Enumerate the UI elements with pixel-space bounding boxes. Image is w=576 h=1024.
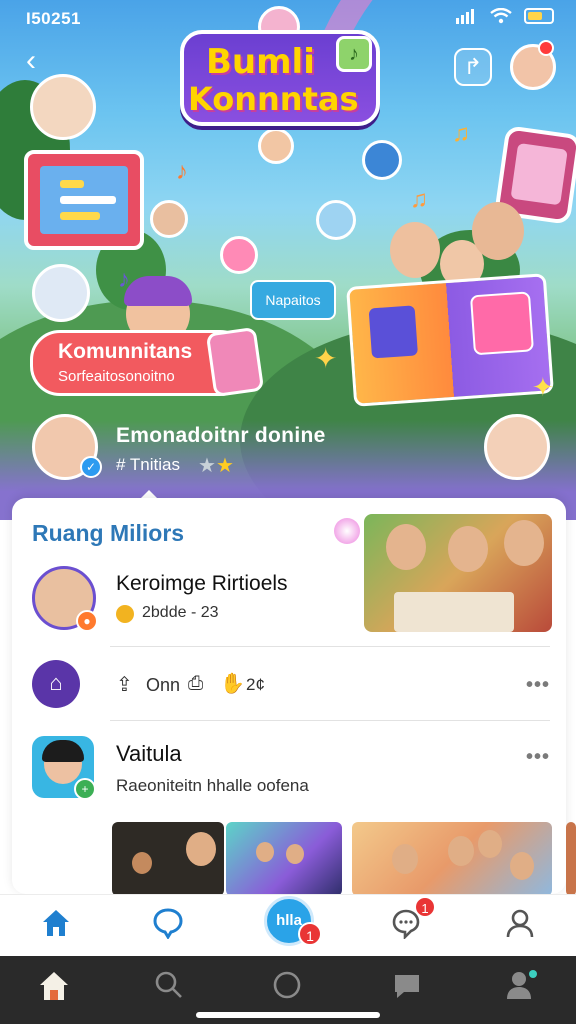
pill-title: Komunnitans	[58, 340, 193, 363]
nav-profile[interactable]	[490, 895, 550, 957]
profile-icon[interactable]	[504, 968, 538, 1002]
circle-icon[interactable]	[272, 970, 302, 1000]
search-icon[interactable]	[154, 970, 184, 1000]
media-thumbnail[interactable]	[226, 822, 342, 896]
person-illustration	[390, 222, 440, 278]
avatar-bubble	[362, 140, 402, 180]
music-note-icon: ♫	[452, 120, 470, 147]
star-icon: ★★	[198, 455, 234, 477]
pill-subtitle: Sorfeaitosonoitno	[58, 368, 175, 385]
hero-tag[interactable]: Napaitos	[250, 280, 336, 320]
nav-discover[interactable]	[138, 895, 198, 957]
battery-icon	[524, 8, 554, 24]
music-note-icon: ♪	[176, 158, 188, 185]
media-thumbnail[interactable]	[566, 822, 576, 896]
divider	[110, 720, 550, 721]
share-button[interactable]: ↱	[454, 48, 492, 86]
notification-badge: 1	[298, 922, 322, 946]
signal-icon	[456, 9, 474, 24]
person-illustration	[472, 202, 524, 260]
like-count: 2¢	[246, 675, 265, 694]
avatar-bubble	[316, 200, 356, 240]
profile-icon	[506, 909, 534, 938]
action-label[interactable]: Onn	[146, 675, 180, 696]
profile-name: Emonadoitnr donine	[116, 424, 326, 447]
bookmark-icon[interactable]: ⎙	[188, 673, 203, 695]
avatar-bubble	[150, 200, 188, 238]
sparkle-icon: ✦	[314, 343, 338, 374]
share-icon[interactable]: ⇪	[116, 672, 133, 697]
sparkle-icon	[334, 518, 360, 544]
music-note-icon: ♫	[410, 186, 428, 213]
nav-home[interactable]	[26, 895, 86, 957]
avatar-bubble[interactable]	[32, 264, 90, 322]
book-illustration	[346, 273, 554, 407]
person-illustration	[124, 276, 192, 306]
back-button[interactable]: ‹	[26, 46, 56, 76]
like-icon[interactable]: ✋	[220, 671, 245, 696]
status-time: I50251	[26, 9, 81, 28]
chat-bubble-icon	[153, 908, 183, 939]
notification-dot	[538, 40, 554, 56]
section-title: Ruang Miliors	[32, 520, 185, 546]
wifi-icon	[490, 8, 512, 24]
home-indicator	[196, 1012, 380, 1018]
sparkle-icon: ✦	[532, 372, 554, 402]
bookmark-icon: ♪	[336, 36, 372, 72]
post-title[interactable]: Vaitula	[116, 741, 182, 767]
profile-subtitle: # Tnitias	[116, 455, 180, 474]
post-meta: 2bdde - 23	[142, 604, 219, 621]
billboard-illustration	[24, 150, 144, 250]
fire-icon: ●	[76, 610, 98, 632]
verified-icon: ✓	[80, 456, 102, 478]
home-icon[interactable]	[36, 968, 72, 1004]
avatar-bubble	[258, 128, 294, 164]
post-subtitle: Raeoniteitn hhalle oofena	[116, 776, 309, 795]
media-thumbnail[interactable]	[112, 822, 224, 896]
logo-text: Bumli	[206, 42, 315, 82]
home-icon[interactable]: ⌂	[32, 660, 80, 708]
message-icon[interactable]	[392, 972, 422, 1000]
online-icon: +	[74, 778, 96, 800]
home-icon	[43, 910, 69, 936]
notification-badge: 1	[414, 896, 436, 918]
divider	[110, 646, 550, 647]
logo-text: Konnntas	[188, 80, 359, 118]
avatar[interactable]	[484, 414, 550, 480]
phone-icon	[205, 326, 265, 398]
avatar-bubble	[220, 236, 258, 274]
post-title[interactable]: Keroimge Rirtioels	[116, 572, 288, 596]
more-button[interactable]: •••	[526, 746, 550, 769]
feature-photo[interactable]	[364, 514, 552, 632]
more-button[interactable]: •••	[526, 674, 550, 697]
media-thumbnail[interactable]	[352, 822, 552, 896]
coin-icon	[116, 605, 134, 623]
avatar-bubble[interactable]	[30, 74, 96, 140]
